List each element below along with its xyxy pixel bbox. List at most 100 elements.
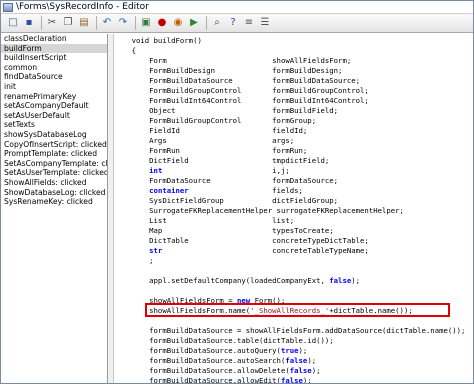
- code-line: SysDictFieldGroup dictFieldGroup;: [114, 196, 338, 206]
- code-token: ;: [114, 256, 154, 265]
- code-token: +dictTable.name());: [329, 306, 413, 315]
- code-token: void buildForm(): [114, 36, 202, 45]
- code-token: FormBuildGroupControl formGroup;: [114, 116, 317, 125]
- code-token: DictTable concreteTypeDictTable;: [114, 236, 369, 245]
- code-line: FormBuildGroupControl formBuildGroupCont…: [114, 86, 369, 96]
- code-token: false: [329, 276, 352, 285]
- sidebar-item[interactable]: findDataSource: [1, 72, 107, 82]
- code-line: List list;: [114, 216, 294, 226]
- code-line: container fields;: [114, 186, 303, 196]
- sidebar-item[interactable]: setTexts: [1, 120, 107, 130]
- sidebar-item[interactable]: ShowAllFields: clicked: [1, 178, 107, 188]
- code-token: SurrogateFKReplacementHelper surrogateFK…: [114, 206, 404, 215]
- save-icon[interactable]: ▪: [23, 17, 35, 29]
- code-token: formBuildDataSource.autoSearch(: [114, 356, 286, 365]
- code-token: Object formBuildField;: [114, 106, 339, 115]
- sidebar-item[interactable]: setAsUserDefault: [1, 111, 107, 121]
- code-line: FieldId fieldId;: [114, 126, 307, 136]
- code-line: Map typesToCreate;: [114, 226, 334, 236]
- code-line: Args args;: [114, 136, 294, 146]
- code-line: ;: [114, 256, 154, 266]
- method-list[interactable]: classDeclaration buildForm buildInsertScri…: [1, 34, 108, 383]
- code-token: formBuildDataSource = showAllFieldsForm.…: [114, 326, 466, 335]
- code-line: DictField tmpdictField;: [114, 156, 329, 166]
- code-line: DictTable concreteTypeDictTable;: [114, 236, 369, 246]
- code-token: FormBuildGroupControl formBuildGroupCont…: [114, 86, 369, 95]
- sidebar-item[interactable]: setAsCompanyDefault: [1, 101, 107, 111]
- debug-icon[interactable]: ◉: [172, 17, 184, 29]
- code-line: FormBuildGroupControl formGroup;: [114, 116, 316, 126]
- code-token: );: [302, 376, 312, 383]
- code-token: FormBuildDesign formBuildDesign;: [114, 66, 343, 75]
- code-line: showAllFieldsForm.name('_ShowAllRecords_…: [114, 306, 413, 316]
- code-line: FormBuildDesign formBuildDesign;: [114, 66, 342, 76]
- code-token: );: [298, 346, 308, 355]
- code-token: FormDataSource formDataSource;: [114, 176, 339, 185]
- code-token: );: [351, 276, 361, 285]
- code-line: formBuildDataSource.allowEdit(false);: [114, 376, 312, 383]
- code-token: Args args;: [114, 136, 295, 145]
- sidebar-item[interactable]: init: [1, 82, 107, 92]
- sidebar-item[interactable]: showSysDatabaseLog: [1, 130, 107, 140]
- undo-icon[interactable]: ↶: [101, 17, 113, 29]
- sidebar-item[interactable]: PromptTemplate: clicked: [1, 149, 107, 159]
- redo-icon[interactable]: ↷: [117, 17, 129, 29]
- run-icon[interactable]: ▶: [188, 17, 200, 29]
- toolbar-separator: [96, 16, 97, 30]
- breakpoint-icon[interactable]: ●: [156, 17, 168, 29]
- paste-icon[interactable]: ▤: [78, 17, 90, 29]
- sidebar-item[interactable]: ShowDatabaseLog: clicked: [1, 188, 107, 198]
- code-token: FormBuildInt64Control formBuildInt64Cont…: [114, 96, 369, 105]
- code-token: appl.setDefaultCompany(loadedCompanyExt,: [114, 276, 330, 285]
- code-line: FormRun formRun;: [114, 146, 307, 156]
- code-token: formBuildDataSource.table(dictTable.id()…: [114, 336, 334, 345]
- copy-icon[interactable]: ❐: [62, 17, 74, 29]
- code-token: fields;: [188, 186, 303, 195]
- code-line: formBuildDataSource.autoQuery(true);: [114, 346, 307, 356]
- lookup-icon[interactable]: ≡: [243, 17, 255, 29]
- code-line: showAllFieldsForm = new Form();: [114, 296, 285, 306]
- sidebar-item[interactable]: buildForm: [1, 43, 107, 54]
- properties-icon[interactable]: ☰: [259, 17, 271, 29]
- code-line: formBuildDataSource.allowDelete(false);: [114, 366, 320, 376]
- code-line: SurrogateFKReplacementHelper surrogateFK…: [114, 206, 404, 216]
- sidebar-item[interactable]: CopyOfInsertScript: clicked: [1, 140, 107, 150]
- sidebar-item[interactable]: SysRenameKey: clicked: [1, 197, 107, 207]
- sidebar-item[interactable]: SetAsCompanyTemplate: clicked: [1, 159, 107, 169]
- code-token: SysDictFieldGroup dictFieldGroup;: [114, 196, 339, 205]
- new-icon[interactable]: □: [7, 17, 19, 29]
- code-line: FormDataSource formDataSource;: [114, 176, 338, 186]
- code-line: appl.setDefaultCompany(loadedCompanyExt,…: [114, 276, 360, 286]
- toolbar: □ ▪ ✂ ❐ ▤ ↶ ↷ ▣ ● ◉ ▶ ⌕? ≡ ☰: [1, 13, 473, 33]
- code-token: FieldId fieldId;: [114, 126, 308, 135]
- sidebar-item[interactable]: buildInsertScript: [1, 53, 107, 63]
- sidebar-item[interactable]: common: [1, 63, 107, 73]
- code-token: {: [114, 46, 136, 55]
- code-token: false: [280, 376, 303, 383]
- code-line: FormBuildDataSource formBuildDataSource;: [114, 76, 360, 86]
- code-line: formBuildDataSource.autoSearch(false);: [114, 356, 316, 366]
- code-line: FormBuildInt64Control formBuildInt64Cont…: [114, 96, 369, 106]
- code-token: concreteTableTypeName;: [162, 246, 369, 255]
- code-line: formBuildDataSource.table(dictTable.id()…: [114, 336, 334, 346]
- cut-icon[interactable]: ✂: [46, 17, 58, 29]
- compile-icon[interactable]: ▣: [140, 17, 152, 29]
- code-token: '_ShowAllRecords_': [250, 306, 330, 315]
- find-icon[interactable]: ⌕: [211, 17, 223, 29]
- code-token: DictField tmpdictField;: [114, 156, 330, 165]
- code-token: formBuildDataSource.autoQuery(: [114, 346, 281, 355]
- toolbar-separator: [41, 16, 42, 30]
- code-token: showAllFieldsForm =: [114, 296, 238, 305]
- code-line: str concreteTableTypeName;: [114, 246, 369, 256]
- sidebar-item[interactable]: SetAsUserTemplate: clicked: [1, 168, 107, 178]
- title-bar: \Forms\SysRecordInfo - Editor: [1, 1, 473, 13]
- help-icon[interactable]: ?: [227, 17, 239, 29]
- sidebar-item[interactable]: classDeclaration: [1, 34, 107, 44]
- sidebar-item[interactable]: renamePrimaryKey: [1, 92, 107, 102]
- code-editor[interactable]: void buildForm() { Form showAllFieldsFor…: [114, 34, 473, 383]
- code-token: );: [307, 356, 317, 365]
- code-token: Form();: [250, 296, 286, 305]
